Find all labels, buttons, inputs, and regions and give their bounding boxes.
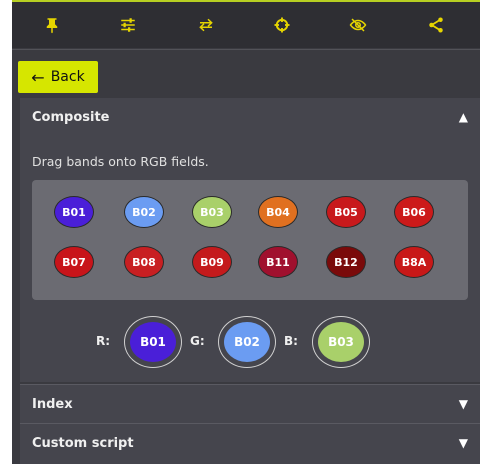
composite-hint: Drag bands onto RGB fields. xyxy=(32,154,209,169)
layer-panel: ← Back Composite ▲ Drag bands onto RGB f… xyxy=(12,0,480,464)
chevron-down-icon[interactable]: ▼ xyxy=(459,436,468,450)
composite-title: Composite xyxy=(32,109,110,125)
back-label: Back xyxy=(50,69,85,85)
custom-script-header[interactable]: Custom script ▼ xyxy=(20,424,480,462)
eye-off-icon[interactable] xyxy=(342,10,374,40)
pin-icon[interactable] xyxy=(36,10,68,40)
g-band-chip[interactable]: B02 xyxy=(224,322,270,362)
swap-icon[interactable] xyxy=(190,10,222,40)
index-title: Index xyxy=(32,396,73,412)
band-chip[interactable]: B03 xyxy=(192,196,232,228)
rgb-fields: R: B01 G: B02 B: B03 xyxy=(20,312,480,372)
band-chip[interactable]: B8A xyxy=(394,246,434,278)
g-label: G: xyxy=(190,334,205,348)
composite-header[interactable]: Composite ▲ xyxy=(20,98,480,136)
band-chip[interactable]: B12 xyxy=(326,246,366,278)
r-label: R: xyxy=(96,334,111,348)
chevron-up-icon[interactable]: ▲ xyxy=(459,110,468,124)
band-chip[interactable]: B09 xyxy=(192,246,232,278)
toolbar xyxy=(12,0,480,50)
custom-script-section: Custom script ▼ xyxy=(20,424,480,464)
b-field[interactable]: B03 xyxy=(312,316,370,368)
toolbar-underline xyxy=(12,49,480,50)
sliders-icon[interactable] xyxy=(112,10,144,40)
composite-section: Composite ▲ Drag bands onto RGB fields. … xyxy=(20,98,480,382)
band-chip[interactable]: B01 xyxy=(54,196,94,228)
back-button[interactable]: ← Back xyxy=(18,61,98,93)
band-chip[interactable]: B02 xyxy=(124,196,164,228)
band-chip[interactable]: B04 xyxy=(258,196,298,228)
b-band-chip[interactable]: B03 xyxy=(318,322,364,362)
bands-palette: B01 B02 B03 B04 B05 B06 B07 B08 B09 B11 … xyxy=(32,180,468,300)
band-chip[interactable]: B11 xyxy=(258,246,298,278)
g-field[interactable]: B02 xyxy=(218,316,276,368)
chevron-down-icon[interactable]: ▼ xyxy=(459,397,468,411)
r-field[interactable]: B01 xyxy=(124,316,182,368)
arrow-left-icon: ← xyxy=(31,67,45,87)
index-header[interactable]: Index ▼ xyxy=(20,385,480,423)
custom-script-title: Custom script xyxy=(32,435,134,451)
band-chip[interactable]: B08 xyxy=(124,246,164,278)
index-section: Index ▼ xyxy=(20,385,480,423)
share-icon[interactable] xyxy=(420,10,452,40)
band-chip[interactable]: B05 xyxy=(326,196,366,228)
r-band-chip[interactable]: B01 xyxy=(130,322,176,362)
band-chip[interactable]: B07 xyxy=(54,246,94,278)
b-label: B: xyxy=(284,334,298,348)
crosshair-icon[interactable] xyxy=(266,10,298,40)
band-chip[interactable]: B06 xyxy=(394,196,434,228)
